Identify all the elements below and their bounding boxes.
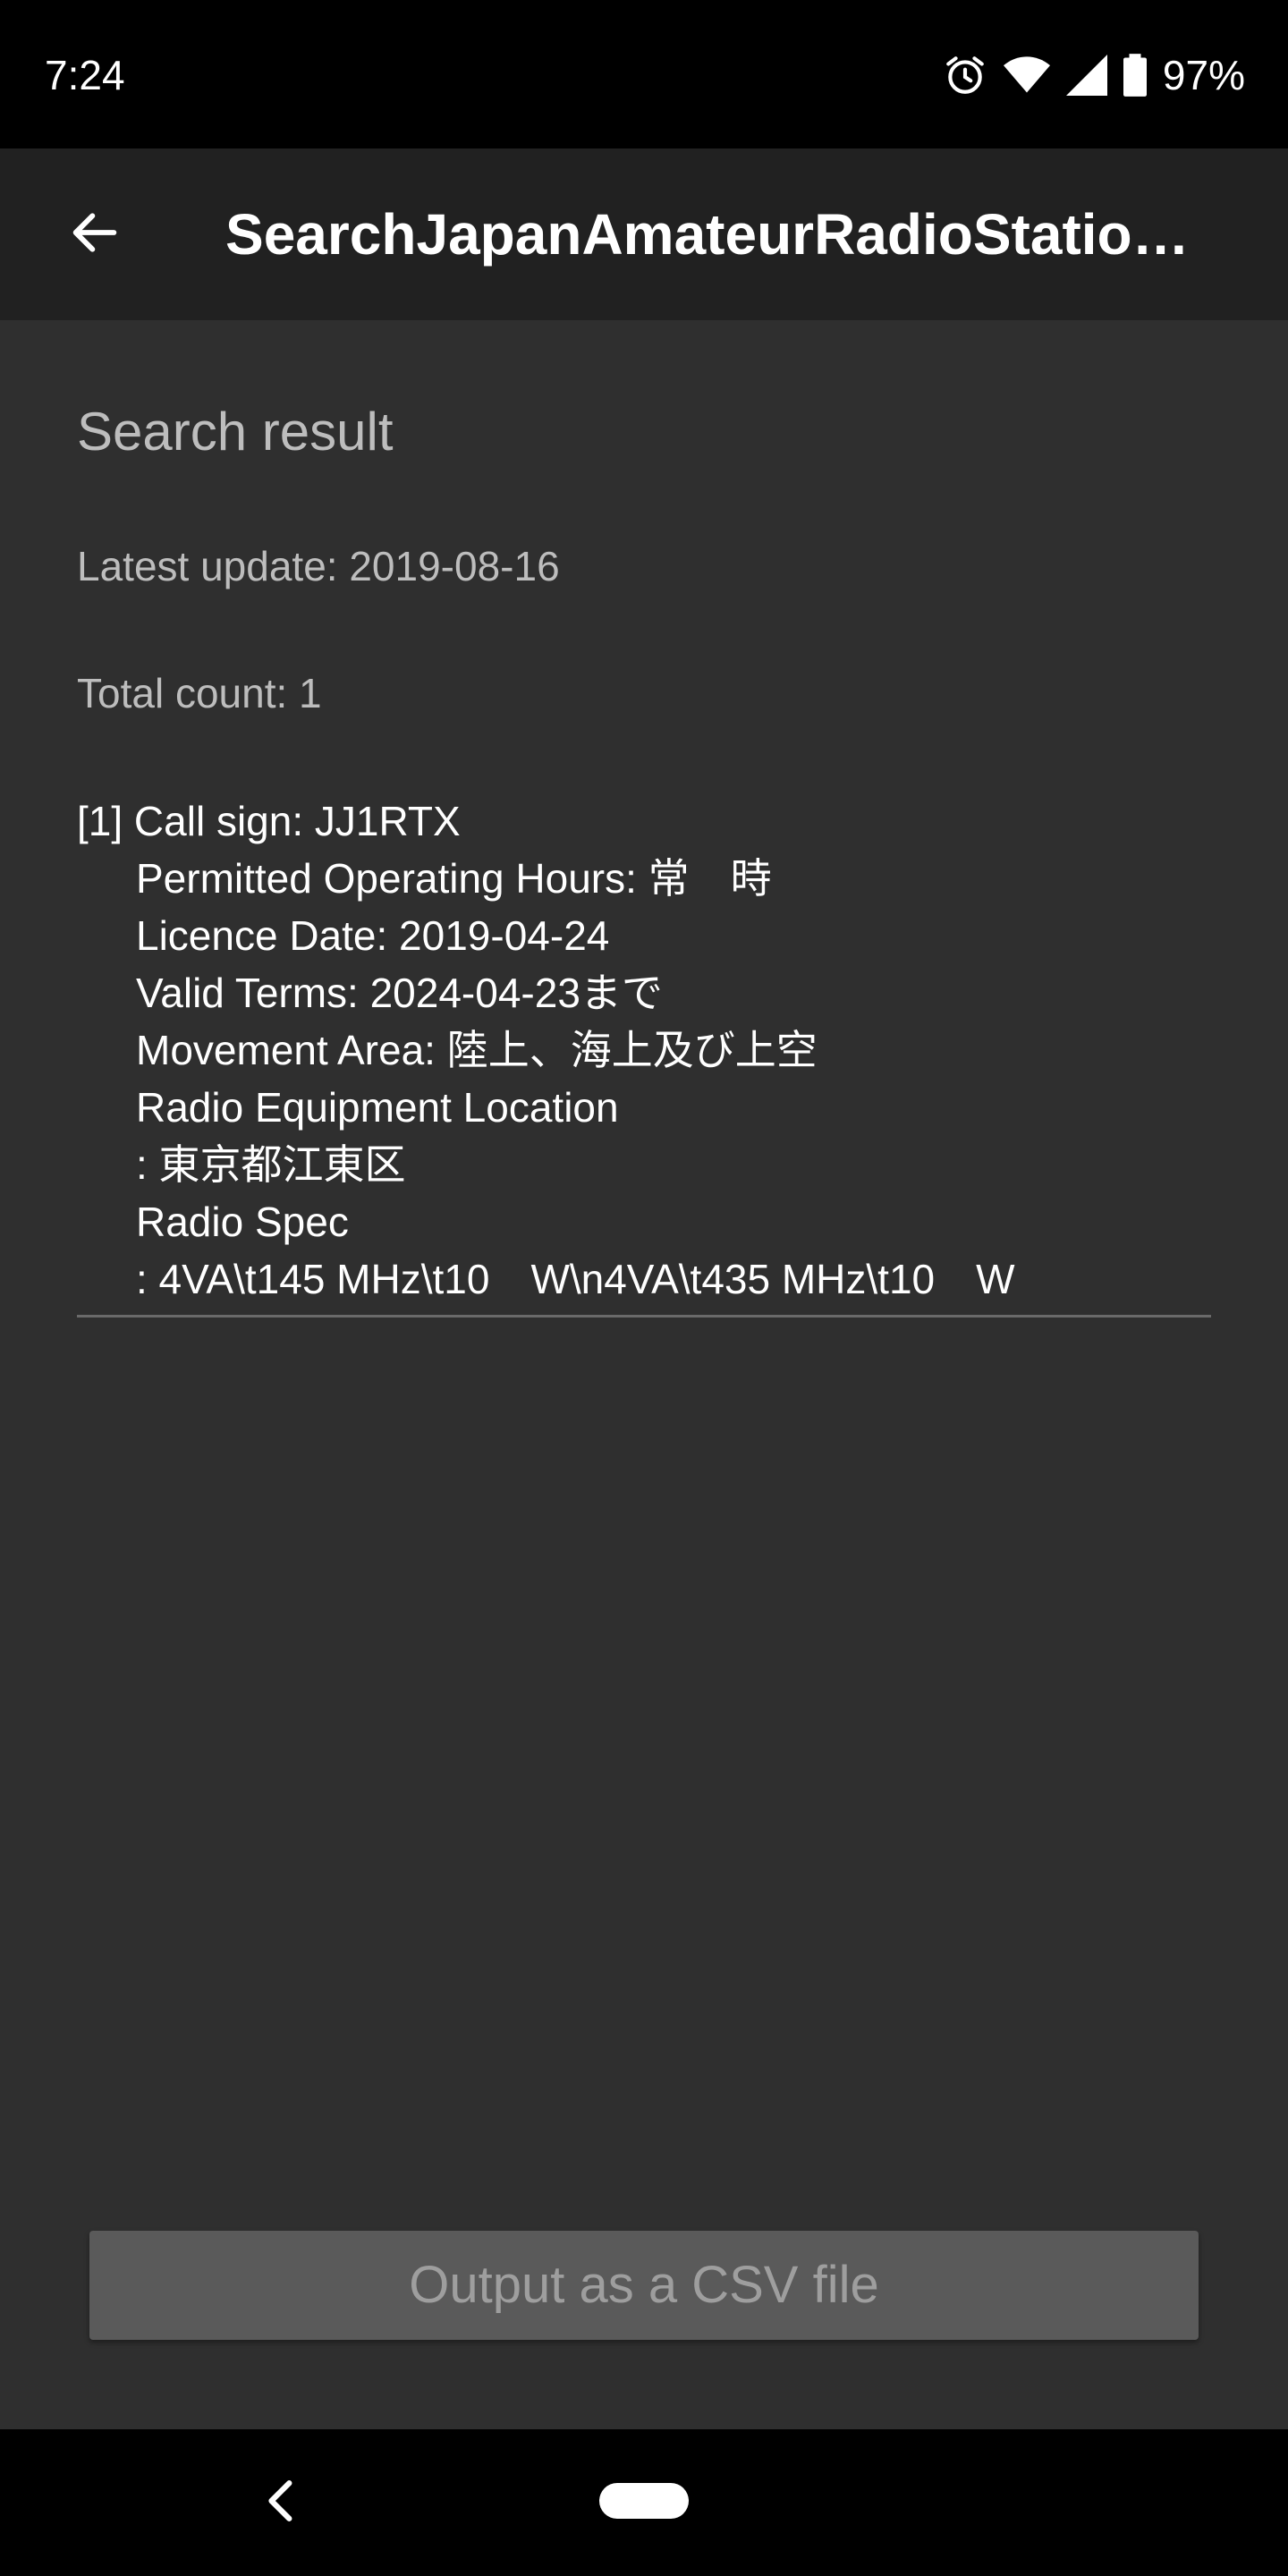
back-button[interactable] <box>45 184 145 284</box>
battery-icon <box>1123 54 1147 97</box>
status-icons: 97% <box>943 47 1245 104</box>
radio-spec-label: Radio Spec <box>136 1199 349 1245</box>
nav-home-pill-icon[interactable] <box>599 2483 689 2519</box>
total-count: Total count: 1 <box>77 670 322 716</box>
wifi-icon <box>1003 55 1050 96</box>
battery-percent: 97% <box>1162 52 1245 98</box>
output-csv-button[interactable]: Output as a CSV file <box>89 2231 1199 2340</box>
section-title: Search result <box>77 402 394 462</box>
call-sign: [1] Call sign: JJ1RTX <box>77 798 461 844</box>
nav-back-button[interactable] <box>250 2470 308 2535</box>
app-title: SearchJapanAmateurRadioStatio… <box>225 202 1190 267</box>
nav-back-icon <box>264 2479 294 2526</box>
status-bar: 7:24 97% <box>0 0 1288 148</box>
status-time: 7:24 <box>45 52 125 98</box>
app-bar: SearchJapanAmateurRadioStatio… <box>0 148 1288 320</box>
latest-update: Latest update: 2019-08-16 <box>77 543 560 589</box>
result-item[interactable]: [1] Call sign: JJ1RTX Permitted Operatin… <box>77 792 1211 1318</box>
equipment-location-label: Radio Equipment Location <box>136 1084 619 1131</box>
radio-spec-value: : 4VA\t145 MHz\t10 W\n4VA\t435 MHz\t10 W <box>136 1256 1015 1302</box>
movement-area: Movement Area: 陸上、海上及び上空 <box>136 1027 818 1073</box>
main-content: Search result Latest update: 2019-08-16 … <box>0 320 1288 2429</box>
equipment-location-value: : 東京都江東区 <box>136 1141 406 1188</box>
operating-hours: Permitted Operating Hours: 常 時 <box>136 855 772 902</box>
signal-icon <box>1065 55 1107 96</box>
valid-terms: Valid Terms: 2024-04-23まで <box>136 970 663 1016</box>
arrow-back-icon <box>66 204 123 266</box>
licence-date: Licence Date: 2019-04-24 <box>136 912 610 959</box>
system-nav-bar <box>0 2429 1288 2576</box>
alarm-icon <box>943 53 987 97</box>
